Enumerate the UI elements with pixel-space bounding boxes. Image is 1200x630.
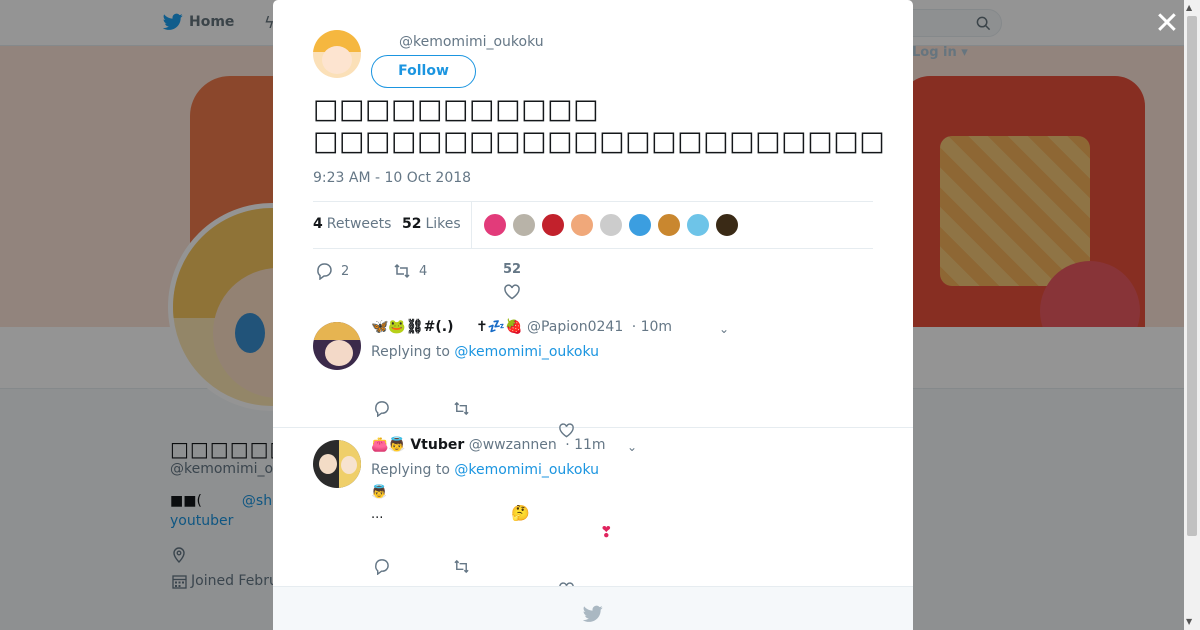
like-count: 52 <box>503 262 522 277</box>
reply-author-name-tail: ✝💤🍓 <box>475 319 523 335</box>
likes-count: 52 <box>402 216 422 232</box>
liker-avatars <box>483 213 739 237</box>
replying-to-mention[interactable]: @kemomimi_oukoku <box>454 462 599 478</box>
retweets-count: 4 <box>313 216 323 232</box>
avatar-face <box>322 46 352 74</box>
reply-author-handle[interactable]: @wwzannen <box>469 437 557 453</box>
chevron-down-icon[interactable]: ⌄ <box>719 322 729 336</box>
retweet-icon[interactable] <box>453 400 470 417</box>
scroll-up-arrow-icon[interactable]: ▲ <box>1186 3 1192 12</box>
liker-avatar[interactable] <box>686 213 710 237</box>
like-button[interactable]: 52 <box>503 262 521 301</box>
scroll-down-arrow-icon[interactable]: ▼ <box>1186 617 1192 626</box>
retweet-icon[interactable] <box>453 558 470 575</box>
tweet-author-handle[interactable]: @kemomimi_oukoku <box>399 34 544 50</box>
tweet-permalink-modal: @kemomimi_oukoku Follow □□□□□□□□□□□ □□□□… <box>273 0 913 630</box>
liker-avatar[interactable] <box>657 213 681 237</box>
liker-avatar[interactable] <box>541 213 565 237</box>
reply-author-avatar[interactable] <box>313 322 361 370</box>
retweet-count: 4 <box>419 263 428 279</box>
likes-label: Likes <box>425 216 461 232</box>
liker-avatar[interactable] <box>570 213 594 237</box>
chevron-down-icon: ▾ <box>961 45 968 60</box>
chevron-down-icon[interactable]: ⌄ <box>627 440 637 454</box>
stats-divider <box>471 202 472 249</box>
reply-count: 2 <box>341 263 350 279</box>
reply-tweet[interactable]: 🦋🐸⛓#(.) ✝💤🍓 @Papion0241 · 10m ⌄ Replying… <box>273 310 913 438</box>
avatar-face <box>319 454 337 474</box>
replying-to-label: Replying to <box>371 344 450 360</box>
reply-author-name[interactable]: Vtuber <box>410 437 464 453</box>
twitter-bird-icon <box>583 605 603 622</box>
tweet-author-avatar[interactable] <box>313 30 361 78</box>
replying-to: Replying to @kemomimi_oukoku <box>371 462 599 478</box>
tweet-text: □□□□□□□□□□□ □□□□□□□□□□□□□□□□□□□□□□ <box>313 94 886 157</box>
liker-avatar[interactable] <box>512 213 536 237</box>
reply-author-name[interactable]: 🦋🐸⛓#(.) <box>371 319 453 335</box>
reply-timestamp[interactable]: · 11m <box>565 437 605 453</box>
reply-timestamp[interactable]: · 10m <box>632 319 672 335</box>
replying-to: Replying to @kemomimi_oukoku <box>371 344 599 360</box>
reply-author-handle[interactable]: @Papion0241 <box>527 319 623 335</box>
reply-emoji-thinking: 🤔 <box>511 504 530 522</box>
liker-avatar[interactable] <box>599 213 623 237</box>
replying-to-mention[interactable]: @kemomimi_oukoku <box>454 344 599 360</box>
reply-tweet[interactable]: 👛👼 Vtuber @wwzannen · 11m ⌄ Replying to … <box>273 428 913 597</box>
avatar-face-2 <box>341 456 357 474</box>
retweets-label: Retweets <box>326 216 392 232</box>
reply-icon[interactable] <box>373 400 390 417</box>
scrollbar-thumb[interactable] <box>1187 16 1197 536</box>
reply-icon <box>317 263 332 280</box>
liker-avatar[interactable] <box>628 213 652 237</box>
avatar-hair-ornament <box>313 322 361 340</box>
tweet-action-bar: 2 4 52 <box>313 262 613 302</box>
liker-avatar[interactable] <box>715 213 739 237</box>
reply-author-avatar[interactable] <box>313 440 361 488</box>
retweet-icon <box>394 263 410 279</box>
login-label: Log in <box>912 45 957 60</box>
tweet-stats: 4 Retweets 52 Likes <box>313 201 873 249</box>
login-link[interactable]: Log in ▾ <box>912 45 968 60</box>
avatar-face <box>325 340 353 366</box>
close-icon[interactable]: ✕ <box>1154 9 1180 39</box>
follow-button[interactable]: Follow <box>371 55 476 88</box>
reply-text: ... <box>371 507 384 522</box>
reply-icon[interactable] <box>373 558 390 575</box>
reply-author-emoji: 👛👼 <box>371 437 406 453</box>
heart-icon <box>504 284 520 300</box>
reply-author-line: 👛👼 Vtuber @wwzannen · 11m <box>371 437 606 453</box>
liker-avatar[interactable] <box>483 213 507 237</box>
reply-button[interactable]: 2 <box>315 262 349 280</box>
retweet-button[interactable]: 4 <box>393 262 427 280</box>
reply-emoji: 👼 <box>371 485 388 500</box>
page-scrollbar[interactable] <box>1184 0 1200 630</box>
tweet-timestamp[interactable]: 9:23 AM - 10 Oct 2018 <box>313 170 471 186</box>
reply-emoji-heart: ❣ <box>600 523 613 541</box>
likes-stat[interactable]: 52 Likes <box>402 216 461 232</box>
modal-footer <box>273 586 913 630</box>
retweets-stat[interactable]: 4 Retweets <box>313 216 391 232</box>
reply-author-line: 🦋🐸⛓#(.) ✝💤🍓 @Papion0241 · 10m <box>371 319 672 335</box>
replying-to-label: Replying to <box>371 462 450 478</box>
